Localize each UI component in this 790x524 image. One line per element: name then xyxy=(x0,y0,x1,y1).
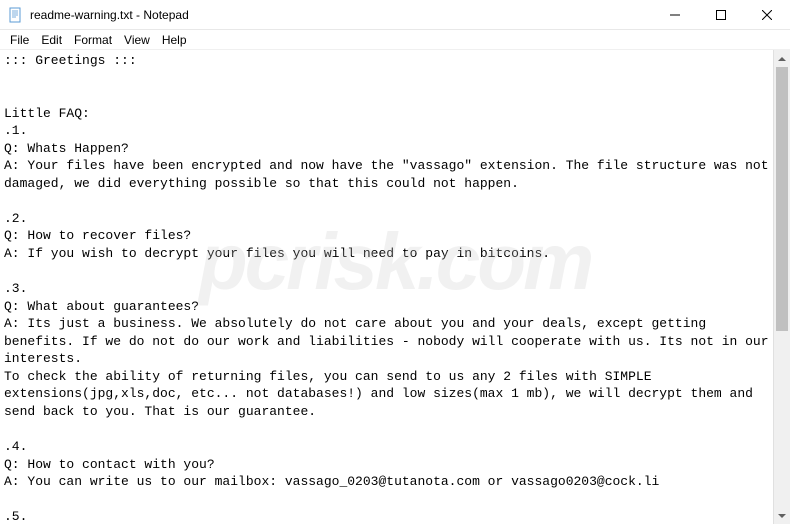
window-controls xyxy=(652,0,790,29)
maximize-button[interactable] xyxy=(698,0,744,30)
menu-view[interactable]: View xyxy=(118,31,156,49)
menubar: File Edit Format View Help xyxy=(0,30,790,50)
minimize-button[interactable] xyxy=(652,0,698,30)
menu-format[interactable]: Format xyxy=(68,31,118,49)
scroll-track[interactable] xyxy=(774,67,790,507)
notepad-icon xyxy=(8,7,24,23)
scroll-thumb[interactable] xyxy=(776,67,788,331)
scroll-down-arrow[interactable] xyxy=(774,507,790,524)
content-wrapper: ::: Greetings ::: Little FAQ: .1. Q: Wha… xyxy=(0,50,790,524)
text-editor-area[interactable]: ::: Greetings ::: Little FAQ: .1. Q: Wha… xyxy=(0,50,773,524)
vertical-scrollbar[interactable] xyxy=(773,50,790,524)
menu-file[interactable]: File xyxy=(4,31,35,49)
menu-edit[interactable]: Edit xyxy=(35,31,68,49)
window-title: readme-warning.txt - Notepad xyxy=(30,8,652,22)
window-titlebar: readme-warning.txt - Notepad xyxy=(0,0,790,30)
scroll-up-arrow[interactable] xyxy=(774,50,790,67)
menu-help[interactable]: Help xyxy=(156,31,193,49)
close-button[interactable] xyxy=(744,0,790,30)
